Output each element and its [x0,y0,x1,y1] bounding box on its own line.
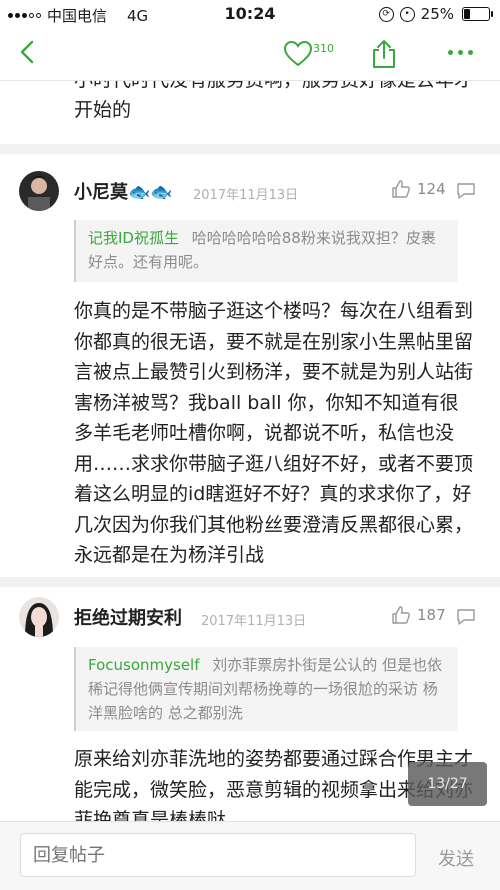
battery-icon [462,7,493,21]
reply-input[interactable] [20,833,416,877]
comment-date: 2017年11月13日 [193,188,299,203]
like-count: 310 [313,42,334,55]
comment-body: 你真的是不带脑子逛这个楼吗？每次在八组看到你都真的很无语，要不就是在别家小生黑帖… [74,300,474,566]
comment-separator [0,144,500,154]
comment-like-button[interactable]: 187 [391,605,446,625]
comment-separator [0,577,500,587]
more-options-button[interactable] [448,50,473,55]
avatar-image [19,597,59,637]
more-dot-icon [468,50,473,55]
more-dot-icon [448,50,453,55]
avatar-image [19,171,59,211]
orientation-lock-icon: ⟳ [378,6,394,22]
comment-reply-button[interactable] [455,607,477,631]
comment-bubble-icon [457,183,475,199]
share-button[interactable] [369,38,399,74]
avatar[interactable] [19,171,59,211]
comment-like-count: 187 [417,606,446,624]
page-indicator[interactable]: 13/27 [408,762,487,806]
previous-comment-text: 小时代时代没有服务费啊，服务费好像是去年才开始的 [74,81,473,121]
quoted-username[interactable]: Focusonmyself [88,656,200,674]
thumbs-up-icon [392,606,410,624]
comment-reply-button[interactable] [455,181,477,205]
back-button[interactable] [14,38,44,68]
comment-date: 2017年11月13日 [201,614,307,629]
comment-username[interactable]: 拒绝过期安利 [74,604,182,630]
comment-bubble-icon [457,609,475,625]
comment-like-button[interactable]: 124 [391,179,446,199]
send-button[interactable]: 发送 [438,845,474,871]
quoted-reply: Focusonmyself 刘亦菲票房扑街是公认的 但是也依稀记得他俩宣传期间刘… [74,647,458,731]
alarm-icon: • [399,6,415,22]
battery-percent: 25% [420,5,454,23]
share-icon [373,40,395,68]
like-button[interactable] [283,40,313,72]
comment-list[interactable]: 小时代时代没有服务费啊，服务费好像是去年才开始的 小尼莫🐟🐟 2017年11月1… [0,81,500,821]
chevron-left-icon [20,40,34,64]
quoted-username[interactable]: 记我ID祝孤生 [88,229,179,247]
quoted-reply: 记我ID祝孤生 哈哈哈哈哈哈88粉来说我双担？皮裹好点。还有用呢。 [74,220,458,282]
top-nav: 310 [0,28,500,80]
comment-username[interactable]: 小尼莫🐟🐟 [74,178,173,204]
avatar[interactable] [19,597,59,637]
status-bar: 中国电信 4G 10:24 ⟳ • 25% [0,0,500,28]
more-dot-icon [458,50,463,55]
comment-like-count: 124 [417,180,446,198]
heart-icon [283,40,313,67]
thumbs-up-icon [392,180,410,198]
status-right: ⟳ • 25% [378,5,493,23]
reply-bar: 发送 [0,821,500,890]
